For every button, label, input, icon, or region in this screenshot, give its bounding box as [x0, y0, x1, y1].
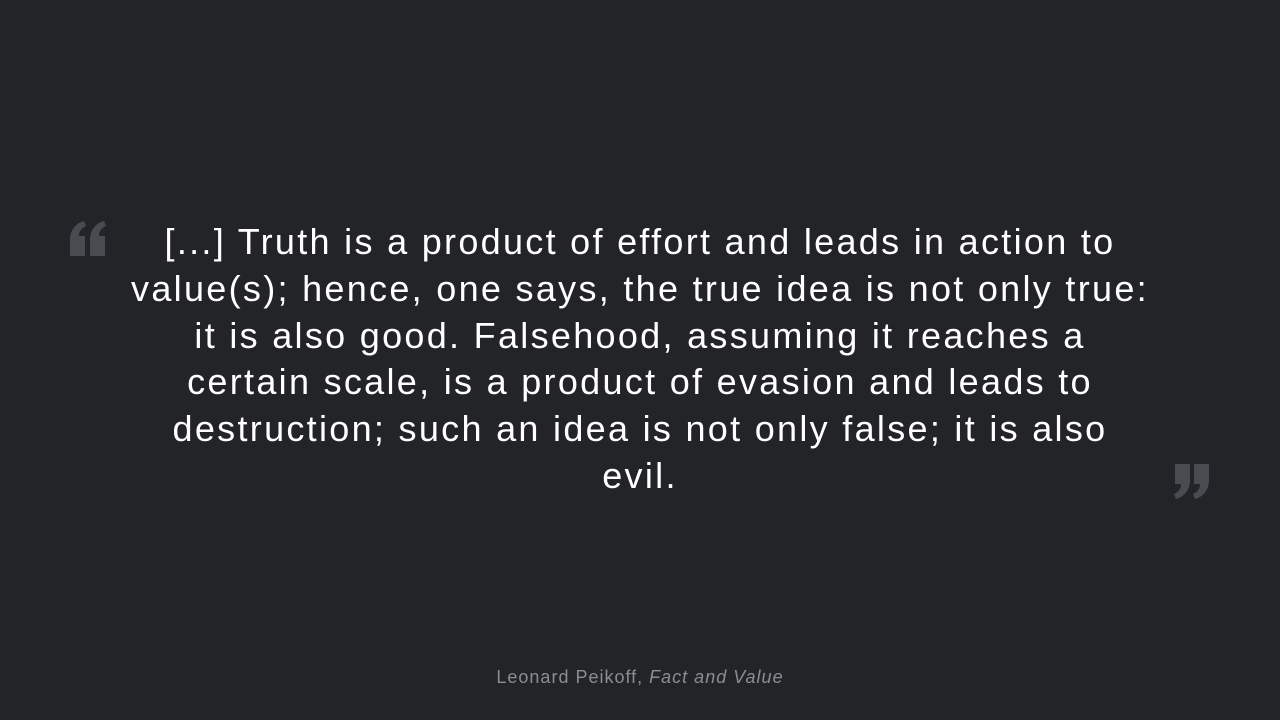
- attribution-separator: ,: [637, 667, 650, 687]
- quote-attribution: Leonard Peikoff, Fact and Value: [0, 665, 1280, 689]
- work-title: Fact and Value: [649, 667, 784, 687]
- author-name: Leonard Peikoff: [496, 667, 638, 687]
- open-quote-icon: [68, 218, 108, 258]
- quote-text: [...] Truth is a product of effort and l…: [131, 221, 1149, 496]
- quote-page: [...] Truth is a product of effort and l…: [0, 0, 1280, 720]
- close-quote-icon: [1172, 462, 1212, 502]
